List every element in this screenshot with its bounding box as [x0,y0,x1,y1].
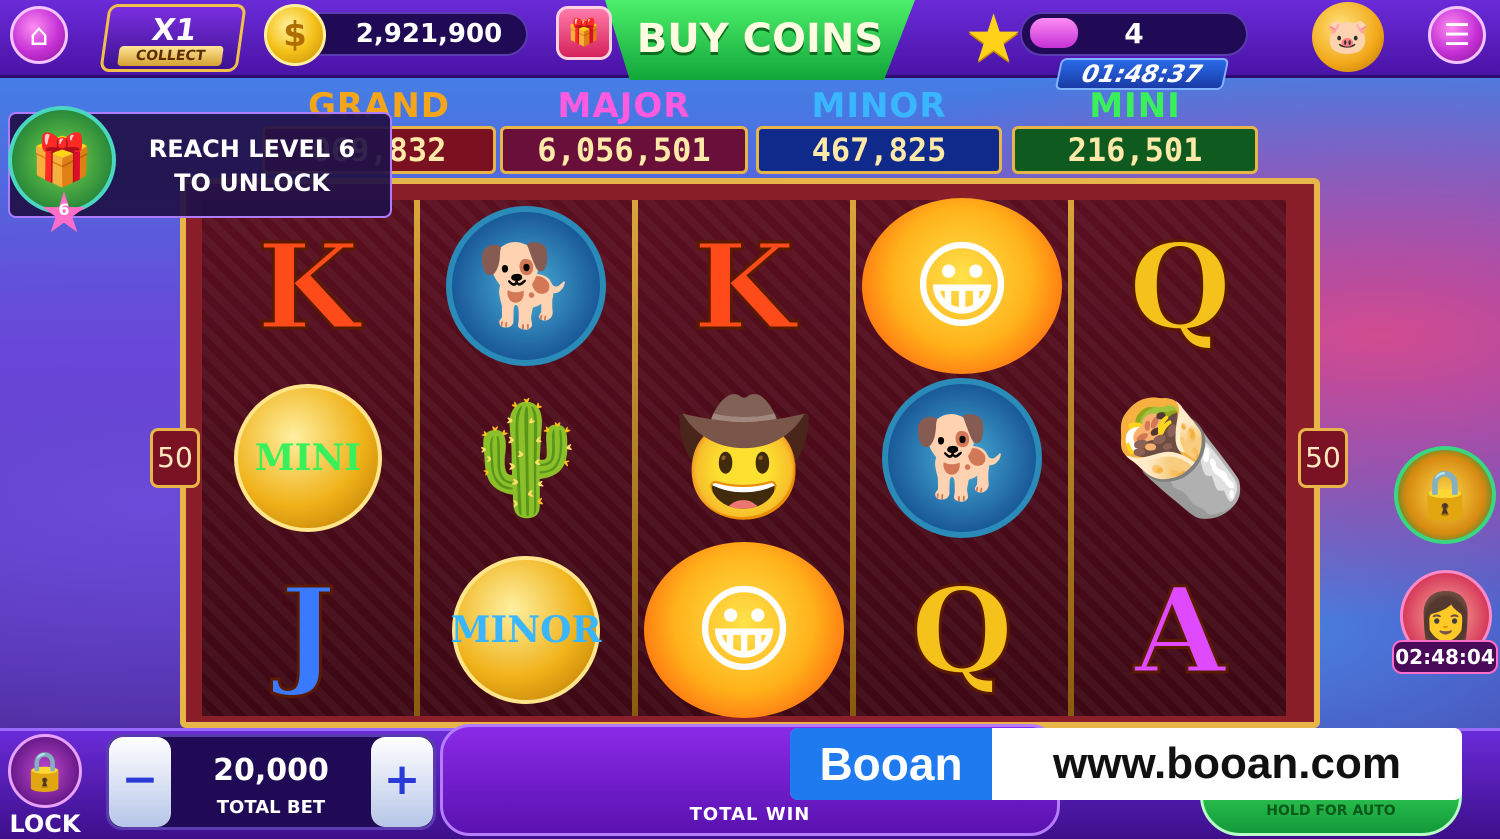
reel-5: Q 🌯 A [1074,200,1286,716]
jackpot-value: 467,825 [756,126,1002,174]
reel-4: 😀 🐕 Q [856,198,1068,716]
unlock-line-1: REACH LEVEL 6 [148,135,356,163]
unlock-level-number: 6 [58,200,70,219]
reel-symbol: MINI [202,372,414,544]
jackpot-title: MINOR [811,86,947,126]
reel-3: K 🤠 😀 [638,200,850,718]
lock-button[interactable]: 🔒 LOCK [4,730,86,838]
right-payline-marker: 50 [1298,428,1348,488]
picture-symbol-icon: 🤠 [675,393,813,522]
lock-icon: 🔒 [8,734,82,808]
reel-symbol: A [1074,544,1286,716]
level-progress-bar [1030,18,1078,48]
bet-value: 20,000 [213,753,329,788]
reel-symbol: J [202,544,414,716]
reel-symbol: 🐕 [420,200,632,372]
chihuahua-icon: 🐕 [882,378,1042,538]
dollar-coin-icon: $ [264,4,326,66]
reel-symbol: Q [1074,200,1286,372]
picture-symbol-icon: 🌯 [1111,393,1249,522]
letter-symbol: J [279,559,338,701]
reel-symbol: MINOR [420,544,632,716]
locked-piggy-icon[interactable]: 🔒 [1394,446,1496,544]
increase-bet-button[interactable]: + [371,737,433,827]
sun-wild-icon: 😀 [644,542,844,718]
letter-symbol: A [1133,559,1228,701]
jackpot-major: MAJOR 6,056,501 [500,86,748,176]
jackpot-coin-symbol: MINOR [451,556,601,704]
spin-hold-label: HOLD FOR AUTO [1266,803,1396,819]
total-win-label: TOTAL WIN [689,804,811,825]
jackpot-coin-symbol: MINI [234,384,382,532]
reel-symbol: 😀 [856,198,1068,374]
lock-label: LOCK [9,810,81,838]
menu-button[interactable]: ☰ [1428,6,1486,64]
letter-symbol: K [691,215,797,357]
reel-symbol: 🤠 [638,372,850,544]
reel-symbol: K [638,200,850,372]
letter-symbol: Q [1127,215,1233,357]
reel-symbol: 🌵 [420,372,632,544]
jackpot-value: 216,501 [1012,126,1258,174]
collect-label: COLLECT [117,46,224,66]
watermark: Booan www.booan.com [790,728,1462,800]
reel-symbol: 😀 [638,542,850,718]
letter-symbol: K [255,215,361,357]
jackpot-title: MAJOR [557,86,691,126]
star-icon: ★ [964,0,1024,77]
letter-symbol: Q [909,559,1015,701]
reel-frame: K MINI J 🐕 🌵 MINOR K 🤠 😀 😀 🐕 Q Q 🌯 A [180,178,1320,728]
watermark-brand: Booan [790,728,992,800]
jackpot-minor: MINOR 467,825 [756,86,1002,176]
reel-symbol: K [202,200,414,372]
collect-button[interactable]: X1 COLLECT [99,4,247,72]
left-payline-marker: 50 [150,428,200,488]
bet-label: TOTAL BET [216,797,326,818]
chihuahua-icon: 🐕 [446,206,606,366]
reel-2: 🐕 🌵 MINOR [420,200,632,716]
piggy-bank-icon[interactable]: 🐷 [1312,2,1384,72]
offer-timer: 02:48:04 [1392,640,1498,674]
reel-1: K MINI J [202,200,414,716]
coin-balance: 2,921,900 [300,12,528,56]
buy-coins-button[interactable]: BUY COINS [605,0,915,80]
jackpot-mini: MINI 216,501 [1012,86,1258,176]
gift-box-icon[interactable]: 🎁 [556,6,612,60]
home-button[interactable]: ⌂ [10,6,68,64]
bet-panel: − 20,000 TOTAL BET + [106,734,436,830]
jackpot-title: MINI [1089,86,1181,126]
reel-symbol: 🌯 [1074,372,1286,544]
watermark-url: www.booan.com [1053,739,1401,788]
menu-icon: ☰ [1443,17,1471,53]
unlock-message: REACH LEVEL 6 TO UNLOCK [132,132,372,200]
collect-multiplier: X1 [149,13,199,48]
jackpot-value: 6,056,501 [500,126,748,174]
picture-symbol-icon: 🌵 [457,393,595,522]
unlock-line-2: TO UNLOCK [174,169,330,197]
reel-symbol: 🐕 [856,372,1068,544]
reel-symbol: Q [856,544,1068,716]
decrease-bet-button[interactable]: − [109,737,171,827]
home-icon: ⌂ [29,17,49,53]
sun-wild-icon: 😀 [862,198,1062,374]
